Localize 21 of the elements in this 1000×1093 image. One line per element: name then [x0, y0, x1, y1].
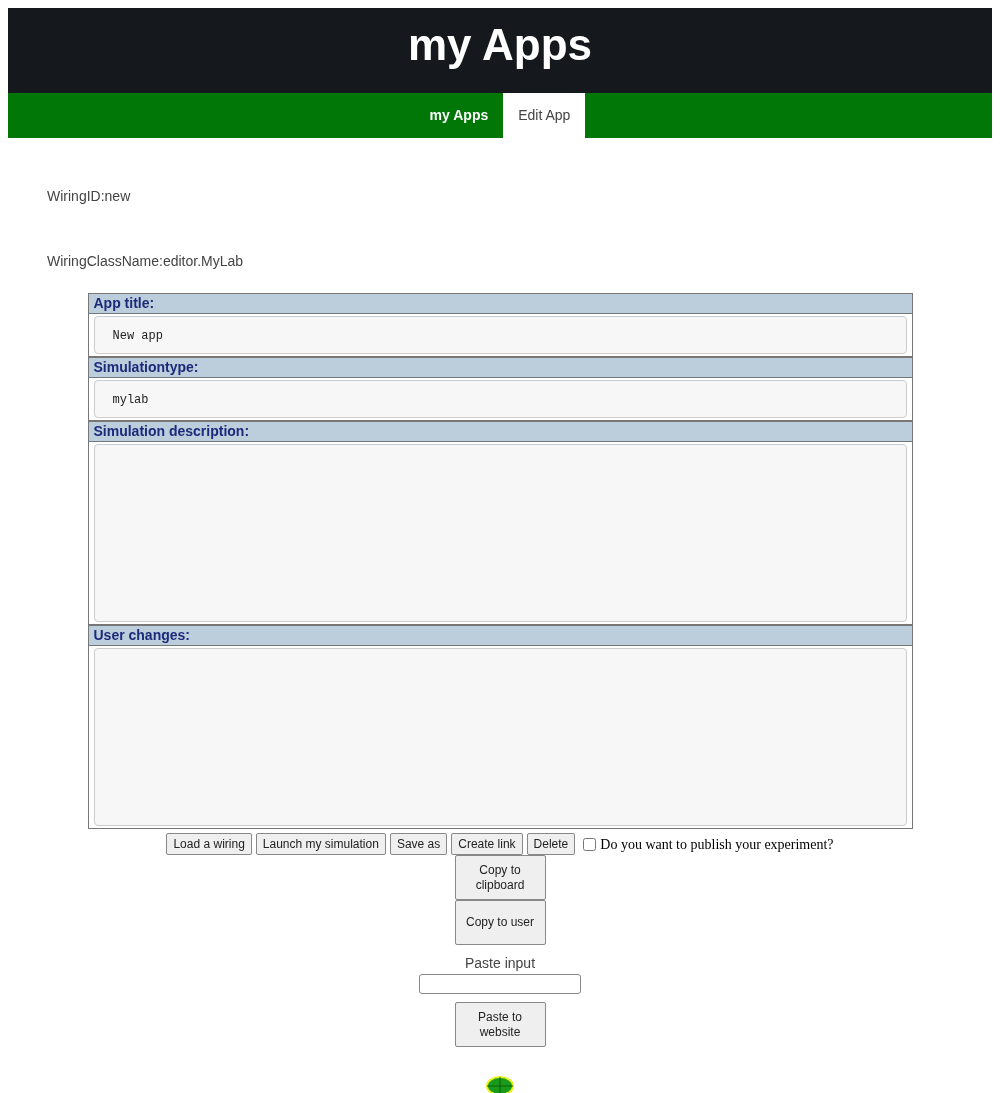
page-title: my Apps	[407, 20, 593, 69]
nav-tab[interactable]: Edit App	[503, 93, 586, 138]
copy-button[interactable]: Copy to user	[454, 900, 546, 945]
info-text: WiringID:new	[47, 187, 132, 206]
paste-button[interactable]: Paste to website	[454, 1002, 546, 1047]
action-button[interactable]: Load a wiring	[166, 833, 252, 855]
nav-tab[interactable]: my Apps	[414, 93, 504, 138]
field-label: User changes:	[88, 624, 912, 646]
input-field[interactable]: New app	[93, 316, 907, 354]
action-button[interactable]: Delete	[526, 833, 576, 855]
action-button[interactable]: Launch my simulation	[255, 833, 386, 855]
publish-label: Do you want to publish your experiment?	[600, 835, 834, 854]
action-button[interactable]: Save as	[389, 833, 448, 855]
info-text: WiringClassName:editor.MyLab	[47, 252, 245, 271]
field-label: App title:	[88, 294, 912, 314]
copy-button[interactable]: Copy to clipboard	[454, 855, 546, 900]
input-field[interactable]: mylab	[93, 380, 907, 418]
paste-label: Paste input	[464, 954, 536, 973]
action-button[interactable]: Create link	[451, 833, 523, 855]
field-label: Simulationtype:	[88, 356, 912, 378]
field-label: Simulation description:	[88, 420, 912, 442]
